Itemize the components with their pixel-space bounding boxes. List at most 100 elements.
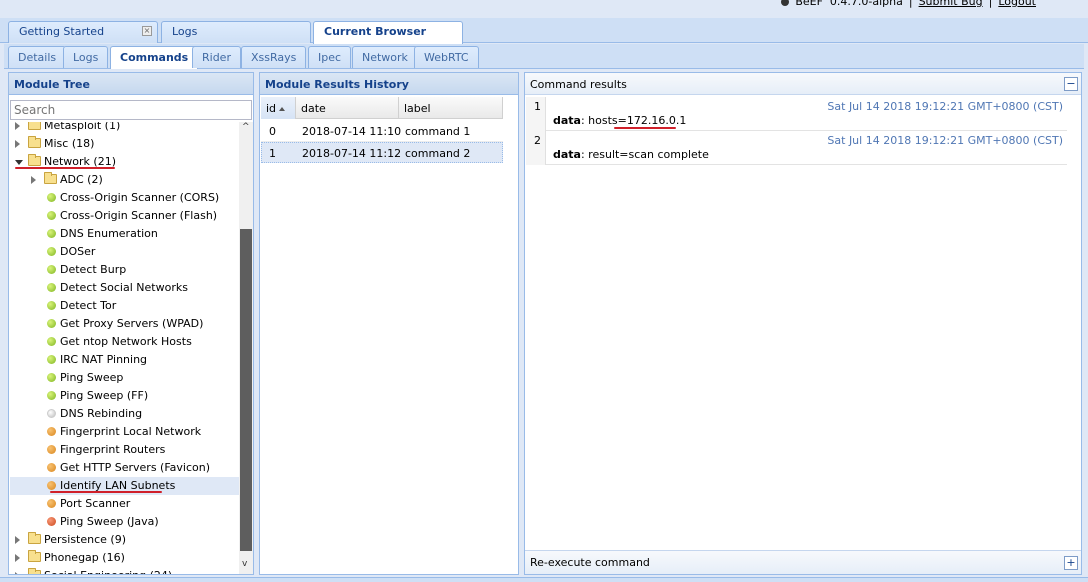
module-status-orange-icon (47, 427, 56, 436)
submit-bug-link[interactable]: Submit Bug (919, 0, 983, 8)
tree-item-fingerprint-routers[interactable]: Fingerprint Routers (10, 441, 239, 459)
module-status-green-icon (47, 265, 56, 274)
folder-icon (28, 550, 41, 562)
tree-item-get-proxy-servers-wpad[interactable]: Get Proxy Servers (WPAD) (10, 315, 239, 333)
tree-item-label: Port Scanner (60, 497, 131, 510)
tree-item-label: ADC (2) (60, 173, 103, 186)
module-status-green-icon (47, 283, 56, 292)
module-status-orange-icon (47, 463, 56, 472)
expand-button[interactable]: + (1064, 556, 1078, 570)
annotation-underline (50, 491, 162, 493)
tree-item-label: Social Engineering (24) (44, 569, 172, 574)
tree-item-get-http-servers-favicon[interactable]: Get HTTP Servers (Favicon) (10, 459, 239, 477)
tree-item-label: Ping Sweep (Java) (60, 515, 159, 528)
results-history-title: Module Results History (260, 73, 518, 95)
tree-item-fingerprint-local-network[interactable]: Fingerprint Local Network (10, 423, 239, 441)
tree-item-ping-sweep-ff[interactable]: Ping Sweep (FF) (10, 387, 239, 405)
module-tree-panel: Module Tree Metasploit (1)Misc (18)Netwo… (8, 72, 254, 575)
tab-ipec[interactable]: Ipec (308, 46, 352, 68)
tree-item-detect-burp[interactable]: Detect Burp (10, 261, 239, 279)
tree-item-label: Persistence (9) (44, 533, 126, 546)
module-status-green-icon (47, 337, 56, 346)
module-status-grey-icon (47, 409, 56, 418)
tree-scrollbar[interactable]: ^ v (239, 122, 253, 574)
module-tree-title: Module Tree (9, 73, 253, 95)
scroll-up-icon[interactable]: ^ (242, 122, 250, 132)
tab-commands[interactable]: Commands (110, 46, 199, 69)
command-results-panel: Command results − 1 Sat Jul 14 2018 19:1… (524, 72, 1082, 575)
scroll-thumb[interactable] (240, 229, 252, 551)
tree-item-misc-18[interactable]: Misc (18) (10, 135, 239, 153)
tree-item-label: Metasploit (1) (44, 122, 121, 132)
expand-arrow-icon[interactable] (15, 122, 20, 130)
tree-item-detect-tor[interactable]: Detect Tor (10, 297, 239, 315)
tree-item-label: Cross-Origin Scanner (CORS) (60, 191, 220, 204)
module-status-orange-icon (47, 445, 56, 454)
tree-item-cross-origin-scanner-cors[interactable]: Cross-Origin Scanner (CORS) (10, 189, 239, 207)
tree-item-label: DNS Rebinding (60, 407, 143, 420)
annotation-underline (614, 127, 676, 129)
expand-arrow-icon[interactable] (15, 140, 20, 148)
tree-item-label: Get ntop Network Hosts (60, 335, 192, 348)
tree-item-label: IRC NAT Pinning (60, 353, 148, 366)
tree-item-dns-enumeration[interactable]: DNS Enumeration (10, 225, 239, 243)
column-label[interactable]: label (399, 97, 503, 119)
tree-item-label: Detect Burp (60, 263, 127, 276)
sort-asc-icon (279, 107, 286, 111)
tree-item-port-scanner[interactable]: Port Scanner (10, 495, 239, 513)
tree-item-label: Fingerprint Local Network (60, 425, 202, 438)
tree-item-phonegap-16[interactable]: Phonegap (16) (10, 549, 239, 567)
expanded-icon[interactable] (15, 160, 23, 165)
column-date[interactable]: date (296, 97, 399, 119)
close-icon[interactable]: × (142, 26, 152, 36)
tree-item-label: Detect Social Networks (60, 281, 188, 294)
folder-icon (28, 532, 41, 544)
tree-item-ping-sweep[interactable]: Ping Sweep (10, 369, 239, 387)
expand-arrow-icon[interactable] (15, 554, 20, 562)
tree-item-dns-rebinding[interactable]: DNS Rebinding (10, 405, 239, 423)
tab-getting-started[interactable]: Getting Started × (8, 21, 158, 43)
folder-icon (28, 568, 41, 574)
tab-webrtc[interactable]: WebRTC (414, 46, 479, 68)
result-data: data: result=scan complete (553, 148, 709, 161)
tree-item-detect-social-networks[interactable]: Detect Social Networks (10, 279, 239, 297)
tab-rider[interactable]: Rider (192, 46, 241, 68)
tree-item-persistence-9[interactable]: Persistence (9) (10, 531, 239, 549)
tree-item-label: Get HTTP Servers (Favicon) (60, 461, 211, 474)
tree-item-adc-2[interactable]: ADC (2) (10, 171, 239, 189)
tab-details[interactable]: Details (8, 46, 67, 68)
column-id[interactable]: id (261, 97, 296, 119)
tree-item-social-engineering-24[interactable]: Social Engineering (24) (10, 567, 239, 574)
tab-logs-sub[interactable]: Logs (63, 46, 109, 68)
sub-tab-strip: Details Logs Commands Rider XssRays Ipec… (4, 44, 1084, 69)
scroll-down-icon[interactable]: v (242, 559, 247, 569)
history-row[interactable]: 0 2018-07-14 11:10 command 1 (261, 121, 503, 142)
tree-item-irc-nat-pinning[interactable]: IRC NAT Pinning (10, 351, 239, 369)
module-search-input[interactable] (10, 100, 252, 120)
module-status-green-icon (47, 355, 56, 364)
collapse-button[interactable]: − (1064, 77, 1078, 91)
tree-item-ping-sweep-java[interactable]: Ping Sweep (Java) (10, 513, 239, 531)
logout-link[interactable]: Logout (998, 0, 1036, 8)
re-execute-label: Re-execute command (530, 556, 650, 569)
tree-item-get-ntop-network-hosts[interactable]: Get ntop Network Hosts (10, 333, 239, 351)
history-row-selected[interactable]: 1 2018-07-14 11:12 command 2 (261, 142, 503, 163)
tab-network[interactable]: Network (352, 46, 418, 68)
tab-logs[interactable]: Logs (161, 21, 311, 43)
tab-xssrays[interactable]: XssRays (241, 46, 307, 68)
result-date: Sat Jul 14 2018 19:12:21 GMT+0800 (CST) (827, 134, 1063, 147)
expand-arrow-icon[interactable] (15, 536, 20, 544)
module-status-green-icon (47, 301, 56, 310)
re-execute-bar: Re-execute command (525, 550, 1081, 574)
top-bar: BeEF 0.4.7.0-alpha | Submit Bug | Logout (0, 0, 1088, 18)
tree-item-label: Fingerprint Routers (60, 443, 166, 456)
expand-arrow-icon[interactable] (31, 176, 36, 184)
tree-item-doser[interactable]: DOSer (10, 243, 239, 261)
tree-item-label: DNS Enumeration (60, 227, 158, 240)
tree-item-cross-origin-scanner-flash[interactable]: Cross-Origin Scanner (Flash) (10, 207, 239, 225)
tab-current-browser[interactable]: Current Browser (313, 21, 463, 44)
expand-arrow-icon[interactable] (15, 572, 20, 574)
tree-item-metasploit-1[interactable]: Metasploit (1) (10, 122, 239, 135)
product-version: 0.4.7.0-alpha (829, 0, 903, 8)
module-tree: Metasploit (1) Misc (18) Network (21) ADC (… (10, 122, 239, 574)
